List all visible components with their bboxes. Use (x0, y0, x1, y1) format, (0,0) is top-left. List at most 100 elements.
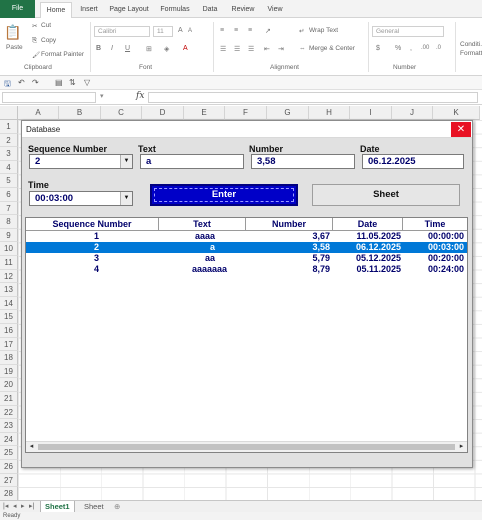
column-header[interactable]: D (142, 106, 184, 120)
formula-input[interactable] (148, 92, 478, 103)
list-row[interactable]: 4 aaaaaaa 8,79 05.11.2025 00:24:00 (26, 264, 467, 275)
row-header[interactable]: 8 (0, 215, 18, 229)
column-header[interactable]: F (225, 106, 267, 120)
font-color-icon[interactable]: A (183, 45, 188, 52)
decrease-indent-icon[interactable]: ⇤ (264, 45, 270, 53)
tab-home[interactable]: Home (40, 2, 72, 18)
first-sheet-icon[interactable]: |◂ (3, 502, 8, 510)
column-header[interactable]: J (392, 106, 433, 120)
list-row[interactable]: 3 aa 5,79 05.12.2025 00:20:00 (26, 253, 467, 264)
select-all-corner[interactable] (0, 106, 18, 120)
tab-formulas[interactable]: Formulas (158, 2, 192, 18)
chevron-down-icon[interactable]: ▼ (120, 155, 132, 168)
horizontal-scrollbar[interactable]: ◂ ▸ (26, 441, 467, 452)
column-header[interactable]: B (59, 106, 101, 120)
row-header[interactable]: 11 (0, 256, 18, 270)
row-header[interactable]: 20 (0, 378, 18, 392)
insert-function-icon[interactable]: fx (136, 91, 144, 101)
format-painter-icon[interactable]: 🖌 (32, 51, 40, 59)
wrap-text-button[interactable]: Wrap Text (309, 27, 338, 34)
tab-insert[interactable]: Insert (76, 2, 102, 18)
merge-center-icon[interactable]: ⇔ (299, 45, 306, 52)
paste-button[interactable]: Paste (6, 44, 23, 51)
fill-color-icon[interactable]: ◈ (164, 45, 169, 53)
time-combo[interactable]: 00:03:00 ▼ (29, 191, 133, 206)
text-field[interactable]: a (140, 154, 244, 169)
last-sheet-icon[interactable]: ▸| (29, 502, 34, 510)
row-header[interactable]: 2 (0, 133, 18, 148)
merge-center-button[interactable]: Merge & Center (309, 45, 355, 52)
italic-icon[interactable]: I (111, 45, 113, 52)
tab-review[interactable]: Review (229, 2, 257, 18)
wrap-text-icon[interactable]: ↵ (299, 27, 304, 35)
column-header[interactable]: A (18, 106, 59, 120)
row-header[interactable]: 1 (0, 120, 18, 134)
tab-page-layout[interactable]: Page Layout (107, 2, 151, 18)
increase-decimal-icon[interactable]: .00 (421, 45, 429, 51)
sequence-number-combo[interactable]: 2 ▼ (29, 154, 133, 169)
align-middle-icon[interactable]: ≡ (234, 27, 238, 34)
row-header[interactable]: 25 (0, 446, 18, 460)
percent-icon[interactable]: % (395, 45, 401, 52)
row-header[interactable]: 21 (0, 392, 18, 406)
conditional-formatting-button[interactable]: Conditi... Formatt... (460, 40, 482, 60)
borders-icon[interactable]: ⊞ (146, 45, 152, 53)
shrink-font-icon[interactable]: A (188, 28, 192, 34)
row-header[interactable]: 28 (0, 487, 18, 501)
tab-view[interactable]: View (264, 2, 286, 18)
name-box-dropdown-icon[interactable]: ▾ (100, 92, 104, 100)
column-header[interactable]: E (184, 106, 225, 120)
row-header[interactable]: 17 (0, 337, 18, 352)
align-left-icon[interactable]: ☰ (220, 45, 226, 53)
row-header[interactable]: 14 (0, 296, 18, 311)
bold-icon[interactable]: B (96, 45, 101, 52)
chevron-down-icon[interactable]: ▼ (120, 192, 132, 205)
copy-icon[interactable]: ⎘ (32, 37, 37, 45)
number-field[interactable]: 3,58 (251, 154, 355, 169)
row-header[interactable]: 27 (0, 473, 18, 488)
list-row[interactable]: 1 aaaa 3,67 11.05.2025 00:00:00 (26, 231, 467, 242)
column-header[interactable]: I (350, 106, 392, 120)
row-header[interactable]: 24 (0, 432, 18, 447)
list-row-selected[interactable]: 2 a 3,58 06.12.2025 00:03:00 (26, 242, 467, 253)
row-header[interactable]: 13 (0, 283, 18, 297)
align-top-icon[interactable]: ≡ (220, 27, 224, 34)
format-painter-button[interactable]: Format Painter (41, 51, 84, 58)
column-header[interactable]: K (433, 106, 480, 120)
align-right-icon[interactable]: ☰ (248, 45, 254, 53)
grow-font-icon[interactable]: A (178, 27, 183, 34)
row-header[interactable]: 7 (0, 201, 18, 216)
prev-sheet-icon[interactable]: ◂ (13, 502, 17, 510)
align-bottom-icon[interactable]: ≡ (248, 27, 252, 34)
filter-icon[interactable]: ▽ (84, 78, 90, 87)
scroll-left-icon[interactable]: ◂ (26, 442, 37, 452)
row-header[interactable]: 5 (0, 174, 18, 188)
sort-icon[interactable]: ⇅ (69, 78, 76, 87)
orientation-icon[interactable]: ↗ (265, 27, 271, 35)
redo-icon[interactable]: ↷ (32, 78, 39, 87)
row-header[interactable]: 19 (0, 364, 18, 379)
row-header[interactable]: 12 (0, 269, 18, 284)
font-name-select[interactable]: Calibri (94, 26, 150, 37)
currency-icon[interactable]: $ (376, 45, 380, 52)
row-header[interactable]: 26 (0, 460, 18, 474)
row-header[interactable]: 3 (0, 147, 18, 161)
tab-data[interactable]: Data (199, 2, 221, 18)
sheet-button[interactable]: Sheet (312, 184, 460, 206)
records-listbox[interactable]: Sequence Number Text Number Date Time 1 … (25, 217, 468, 453)
undo-icon[interactable]: ↶ (18, 78, 25, 87)
close-icon[interactable]: ✕ (451, 122, 471, 137)
font-size-select[interactable]: 11 (153, 26, 173, 37)
align-center-icon[interactable]: ☰ (234, 45, 240, 53)
chart-icon[interactable]: ▤ (55, 78, 63, 87)
row-header[interactable]: 23 (0, 419, 18, 433)
cut-icon[interactable]: ✂ (32, 22, 37, 30)
scroll-thumb[interactable] (38, 444, 455, 450)
underline-icon[interactable]: U (125, 45, 130, 52)
decrease-decimal-icon[interactable]: .0 (436, 45, 441, 51)
number-format-select[interactable]: General (372, 26, 444, 37)
copy-button[interactable]: Copy (41, 37, 56, 44)
column-header[interactable]: G (267, 106, 309, 120)
column-header[interactable]: H (309, 106, 350, 120)
row-header[interactable]: 6 (0, 188, 18, 202)
